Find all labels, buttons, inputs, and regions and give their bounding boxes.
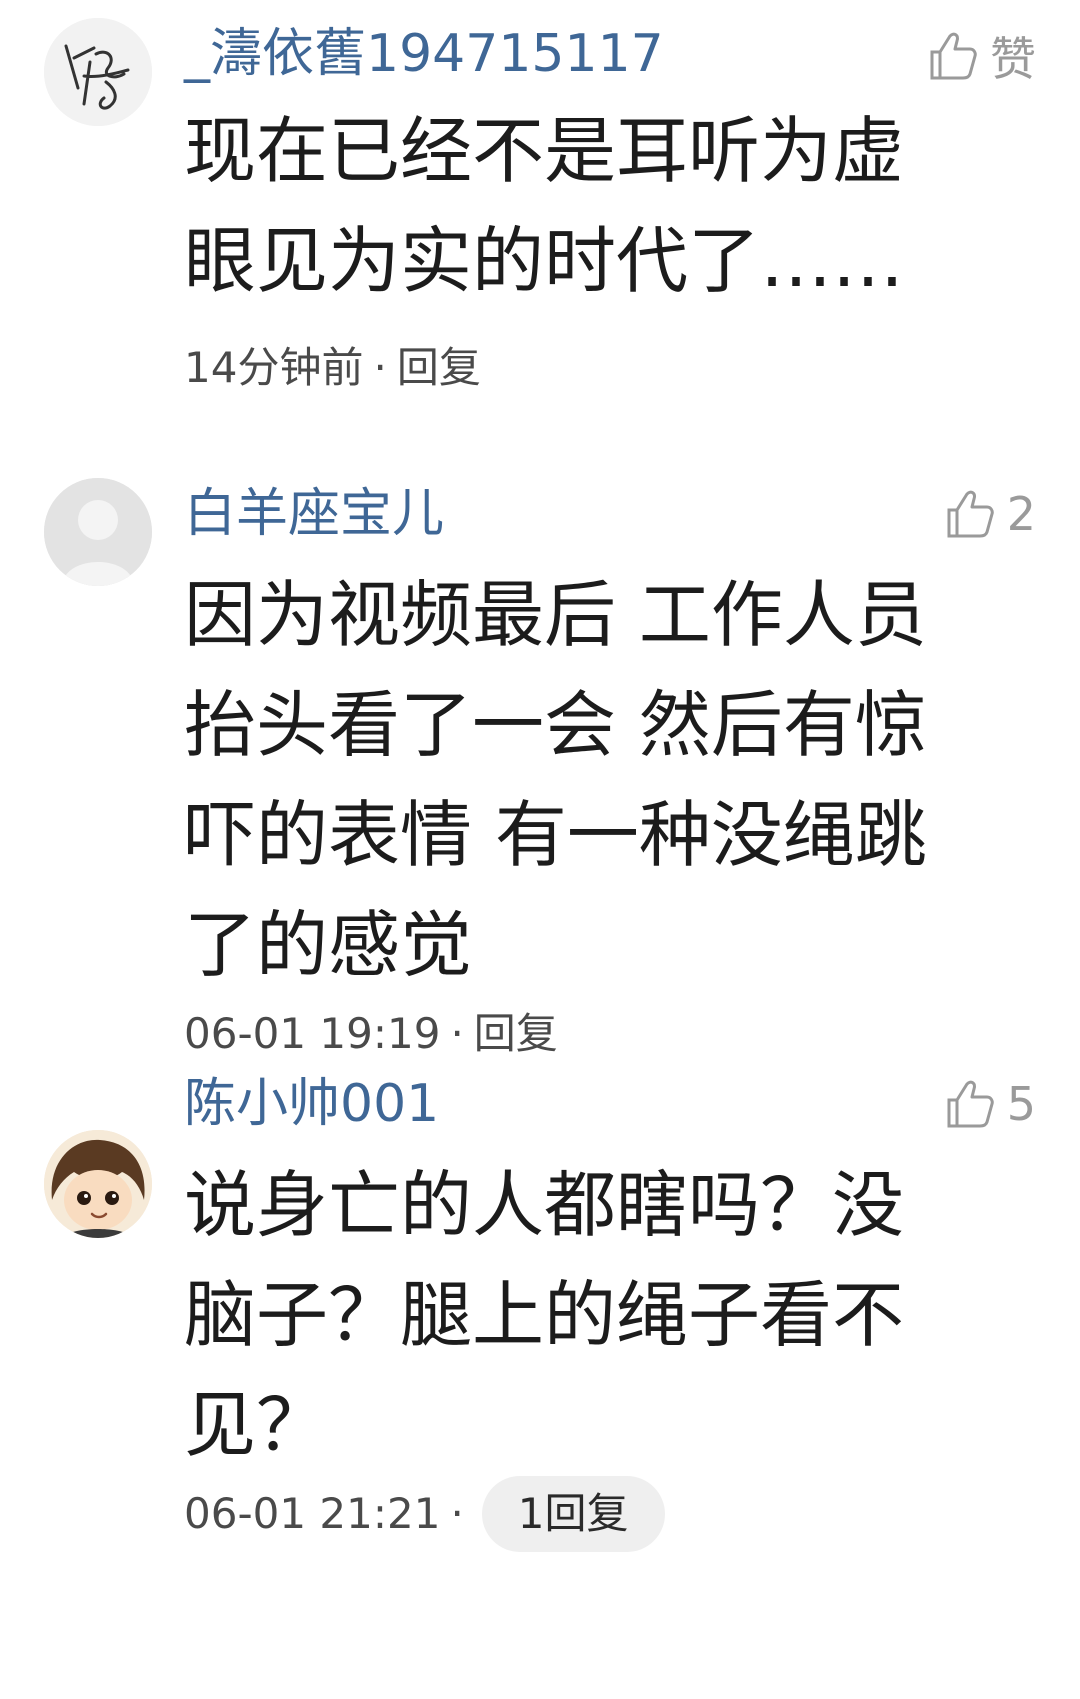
like-button[interactable]: 5 [945, 1072, 1036, 1136]
comment-item: 陈小帅001 5 说身亡的人都瞎吗？没 脑子？腿上的绳子看不 见？ 06-01 … [0, 1074, 1080, 1699]
reply-button[interactable]: 回复 [474, 1006, 558, 1062]
avatar[interactable] [44, 1130, 152, 1238]
thumbs-up-icon [947, 1080, 994, 1128]
meta-separator: · [373, 343, 387, 392]
comment-text: 现在已经不是耳听为虚 眼见为实的时代了…… [184, 109, 905, 303]
comment-item: _濤依舊194715117 赞 现在已经不是耳听为虚 眼见为实的时代了…… 14… [0, 0, 1080, 440]
like-count: 2 [1006, 487, 1036, 541]
like-button[interactable]: 2 [945, 482, 1036, 546]
comment-username[interactable]: _濤依舊194715117 [184, 22, 664, 86]
signature-avatar-icon [44, 18, 152, 126]
comment-time: 06-01 21:21 [184, 1489, 441, 1538]
comment-time: 06-01 19:19 [184, 1009, 441, 1058]
comment-meta: 06-01 21:21 · 1回复 [184, 1476, 665, 1552]
meta-separator: · [450, 1489, 464, 1538]
default-user-avatar-icon [44, 478, 152, 586]
avatar[interactable] [44, 18, 152, 126]
cartoon-boy-avatar-icon [44, 1130, 152, 1238]
thumbs-up-icon [930, 32, 977, 80]
meta-separator: · [450, 1009, 464, 1058]
comment-text: 说身亡的人都瞎吗？没 脑子？腿上的绳子看不 见？ [184, 1163, 905, 1467]
reply-button[interactable]: 回复 [397, 340, 481, 396]
comment-meta: 06-01 19:19 · 回复 [184, 1006, 558, 1062]
comment-text: 因为视频最后 工作人员 抬头看了一会 然后有惊 吓的表情 有一种没绳跳 了的感觉 [184, 573, 927, 987]
like-label: 赞 [990, 32, 1036, 86]
like-button[interactable]: 赞 [928, 24, 1036, 88]
like-count: 5 [1006, 1077, 1036, 1131]
thumbs-up-icon [947, 490, 994, 538]
comment-time: 14分钟前 [184, 343, 364, 392]
comment-username[interactable]: 白羊座宝儿 [184, 482, 444, 546]
comment-meta: 14分钟前 · 回复 [184, 340, 481, 396]
comment-item: 白羊座宝儿 2 因为视频最后 工作人员 抬头看了一会 然后有惊 吓的表情 有一种… [0, 440, 1080, 1080]
reply-count-button[interactable]: 1回复 [481, 1476, 665, 1552]
avatar[interactable] [44, 478, 152, 586]
comment-username[interactable]: 陈小帅001 [184, 1072, 439, 1136]
